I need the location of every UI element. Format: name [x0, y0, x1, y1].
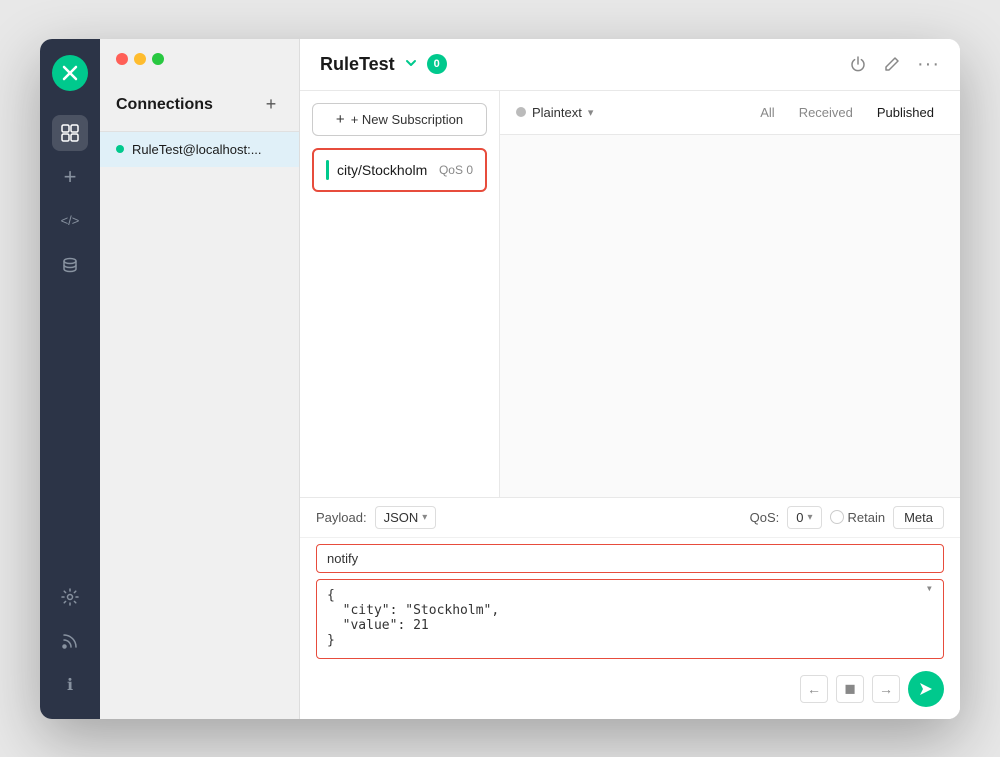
connections-header: Connections + [100, 75, 299, 132]
sidebar-item-rss[interactable] [52, 623, 88, 659]
retain-button[interactable]: Retain [830, 510, 886, 525]
topbar-actions: ··· [849, 53, 940, 76]
compose-actions: ← ◼ → [300, 667, 960, 719]
payload-format-value: JSON [384, 510, 419, 525]
qos-label: QoS: [750, 510, 780, 525]
connection-label: RuleTest@localhost:... [132, 142, 262, 157]
connection-item[interactable]: RuleTest@localhost:... [100, 132, 299, 167]
compose-area: Payload: JSON ▾ QoS: 0 ▾ Retain Meta [300, 497, 960, 719]
new-subscription-button[interactable]: + + New Subscription [312, 103, 487, 136]
compose-payload-row: { "city": "Stockholm", "value": 21 } ▾ [300, 579, 960, 667]
minimize-button[interactable] [134, 53, 146, 65]
retain-label: Retain [848, 510, 886, 525]
message-filter-tabs: All Received Published [750, 101, 944, 124]
sidebar-item-code[interactable]: </> [52, 203, 88, 239]
connections-panel: Connections + RuleTest@localhost:... [100, 39, 300, 719]
sidebar-item-settings[interactable] [52, 579, 88, 615]
payload-format-select[interactable]: JSON ▾ [375, 506, 437, 529]
nav-back-button[interactable]: ← [800, 675, 828, 703]
sidebar-item-database[interactable] [52, 247, 88, 283]
sidebar-item-info[interactable]: ℹ [52, 667, 88, 703]
connections-title: Connections [116, 96, 213, 114]
main-content: RuleTest 0 ··· [300, 39, 960, 719]
close-button[interactable] [116, 53, 128, 65]
subscription-topic: city/Stockholm [337, 162, 427, 178]
compose-toolbar: Payload: JSON ▾ QoS: 0 ▾ Retain Meta [300, 498, 960, 538]
traffic-lights [100, 39, 299, 75]
meta-button[interactable]: Meta [893, 506, 944, 529]
nav-stop-button[interactable]: ◼ [836, 675, 864, 703]
topbar-chevron-icon[interactable] [403, 55, 419, 74]
retain-circle-icon [830, 510, 844, 524]
payload-expand-icon[interactable]: ▾ [926, 581, 933, 595]
power-button[interactable] [849, 55, 867, 73]
message-area [500, 135, 960, 497]
payload-editor[interactable]: { "city": "Stockholm", "value": 21 } ▾ [316, 579, 944, 659]
filter-tab-received[interactable]: Received [789, 101, 863, 124]
message-panel: Plaintext ▾ All Received Published [500, 91, 960, 497]
sidebar-logo[interactable] [52, 55, 88, 91]
qos-chevron-icon: ▾ [807, 512, 812, 523]
subscription-item-left: city/Stockholm [326, 160, 427, 180]
qos-value: 0 [796, 510, 803, 525]
nav-forward-button[interactable]: → [872, 675, 900, 703]
maximize-button[interactable] [152, 53, 164, 65]
sidebar: + </> ℹ [40, 39, 100, 719]
filter-tab-published[interactable]: Published [867, 101, 944, 124]
sidebar-item-add[interactable]: + [52, 159, 88, 195]
sidebar-item-connections[interactable] [52, 115, 88, 151]
more-options-button[interactable]: ··· [917, 53, 940, 76]
compose-topic-row [300, 538, 960, 579]
edit-button[interactable] [883, 55, 901, 73]
message-toolbar: Plaintext ▾ All Received Published [500, 91, 960, 135]
payload-format-chevron-icon: ▾ [422, 512, 427, 523]
new-subscription-label: + New Subscription [351, 112, 463, 127]
middle-area: + + New Subscription city/Stockholm QoS … [300, 91, 960, 497]
add-connection-button[interactable]: + [259, 93, 283, 117]
compose-right: QoS: 0 ▾ Retain Meta [750, 506, 944, 529]
plaintext-dot-icon [516, 107, 526, 117]
filter-tab-all[interactable]: All [750, 101, 784, 124]
plaintext-label: Plaintext [532, 105, 582, 120]
topbar: RuleTest 0 ··· [300, 39, 960, 91]
qos-select[interactable]: 0 ▾ [787, 506, 821, 529]
topic-input[interactable] [316, 544, 944, 573]
plaintext-selector[interactable]: Plaintext ▾ [516, 105, 593, 120]
new-subscription-plus-icon: + [336, 111, 345, 128]
send-button[interactable] [908, 671, 944, 707]
payload-label: Payload: [316, 510, 367, 525]
subscription-item[interactable]: city/Stockholm QoS 0 [312, 148, 487, 192]
plaintext-chevron-icon: ▾ [588, 106, 594, 119]
subscription-indicator [326, 160, 329, 180]
connection-status-dot [116, 145, 124, 153]
subscriptions-panel: + + New Subscription city/Stockholm QoS … [300, 91, 500, 497]
topbar-badge: 0 [427, 54, 447, 74]
subscription-qos: QoS 0 [439, 163, 473, 177]
topbar-title: RuleTest [320, 54, 395, 75]
